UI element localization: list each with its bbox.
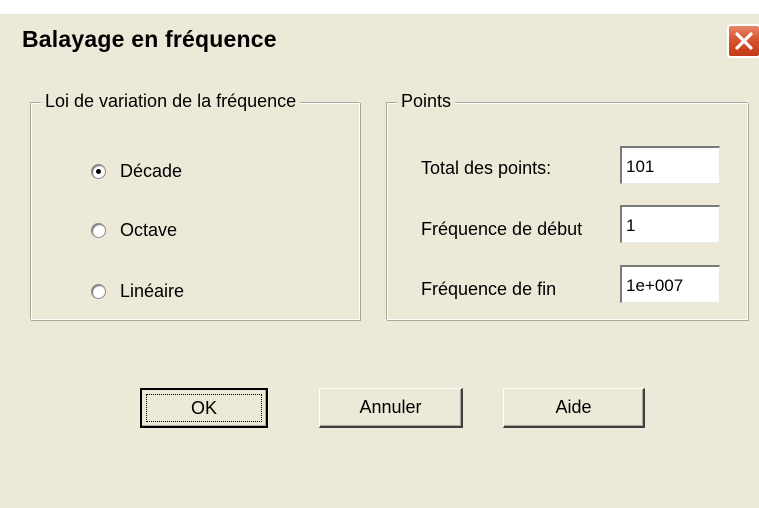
radio-lineaire-indicator[interactable]	[91, 283, 106, 299]
start-frequency-label: Fréquence de début	[421, 219, 583, 239]
radio-octave-indicator[interactable]	[91, 222, 106, 238]
window-title: Balayage en fréquence	[22, 26, 277, 52]
points-groupbox: Points Total des points: Fréquence de dé…	[386, 91, 748, 320]
title-bar[interactable]: Balayage en fréquence	[0, 14, 759, 68]
end-frequency-label: Fréquence de fin	[421, 279, 557, 299]
radio-lineaire[interactable]: Linéaire	[91, 278, 184, 304]
variation-groupbox: Loi de variation de la fréquence Décade …	[30, 91, 360, 320]
total-points-label: Total des points:	[421, 158, 552, 178]
start-frequency-input[interactable]	[620, 205, 720, 243]
close-button[interactable]	[727, 24, 759, 58]
radio-lineaire-label: Linéaire	[120, 280, 185, 301]
points-group-label: Points	[397, 91, 456, 112]
total-points-input[interactable]	[620, 146, 720, 184]
radio-octave[interactable]: Octave	[91, 217, 177, 243]
close-icon	[735, 32, 753, 50]
radio-decade[interactable]: Décade	[91, 158, 182, 184]
help-button[interactable]: Aide	[503, 388, 645, 428]
help-button-label: Aide	[555, 397, 592, 417]
dialog-window: Balayage en fréquence Loi de variation d…	[0, 14, 759, 508]
variation-group-label: Loi de variation de la fréquence	[41, 91, 301, 112]
end-frequency-input[interactable]	[620, 265, 720, 303]
ok-focus-rect	[146, 394, 262, 422]
radio-octave-label: Octave	[120, 219, 178, 240]
radio-decade-indicator[interactable]	[91, 163, 106, 179]
radio-decade-label: Décade	[120, 160, 183, 181]
cancel-button[interactable]: Annuler	[319, 388, 463, 428]
cancel-button-label: Annuler	[359, 397, 422, 417]
ok-button[interactable]: OK	[140, 388, 268, 428]
